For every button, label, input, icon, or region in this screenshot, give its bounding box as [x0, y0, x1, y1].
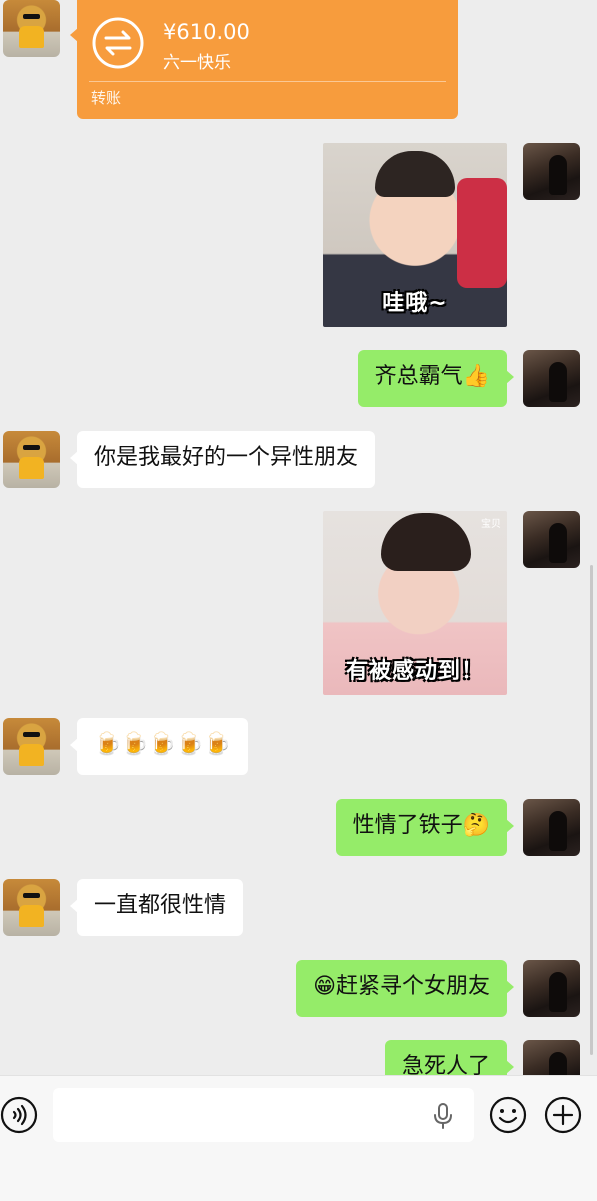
transfer-type-label: 转账: [91, 89, 122, 107]
my-avatar[interactable]: [523, 350, 580, 407]
message-bubble-incoming[interactable]: 你是我最好的一个异性朋友: [69, 431, 376, 488]
message-text: 齐总霸气👍: [374, 364, 490, 389]
mic-icon[interactable]: [432, 1102, 454, 1130]
message-input[interactable]: [53, 1088, 474, 1142]
message-bubble-outgoing[interactable]: 😁赶紧寻个女朋友: [296, 960, 514, 1017]
message-text: 急死人了: [401, 1054, 490, 1075]
friend-avatar[interactable]: [3, 0, 60, 57]
friend-avatar[interactable]: [3, 431, 60, 488]
chat-area[interactable]: ¥610.00 六一快乐 转账 哇哦~ 齐总霸气👍 你是我最好的一个异性朋友 宝…: [0, 0, 597, 1075]
message-bubble-outgoing[interactable]: 性情了铁子🤔: [335, 799, 515, 856]
voice-icon[interactable]: [0, 1096, 38, 1134]
friend-avatar[interactable]: [3, 879, 60, 936]
my-avatar[interactable]: [523, 143, 580, 200]
message-bubble-incoming[interactable]: 一直都很性情: [69, 879, 244, 936]
my-avatar[interactable]: [523, 511, 580, 568]
message-bubble-outgoing[interactable]: 急死人了: [384, 1040, 515, 1075]
plus-icon[interactable]: [544, 1096, 582, 1134]
transfer-arrows-icon: [92, 17, 144, 69]
message-text: 你是我最好的一个异性朋友: [94, 445, 359, 470]
my-avatar[interactable]: [523, 960, 580, 1017]
message-bubble-outgoing[interactable]: 齐总霸气👍: [357, 350, 515, 407]
my-avatar[interactable]: [523, 799, 580, 856]
message-text: 一直都很性情: [94, 893, 227, 918]
message-bubble-incoming[interactable]: 🍺🍺🍺🍺🍺: [70, 718, 248, 775]
message-text: 😁赶紧寻个女朋友: [313, 974, 490, 999]
sticker-image[interactable]: 哇哦~: [323, 143, 507, 327]
input-bar: [0, 1075, 597, 1201]
friend-avatar[interactable]: [3, 718, 60, 775]
message-text: 🍺🍺🍺🍺🍺: [94, 732, 231, 757]
sticker-image[interactable]: 宝贝 有被感动到！: [323, 511, 507, 695]
message-text: 性情了铁子🤔: [352, 813, 490, 838]
transfer-amount: ¥610.00: [163, 20, 250, 44]
transfer-divider: [89, 81, 446, 82]
sticker-caption: 哇哦~: [382, 291, 448, 316]
emoji-icon[interactable]: [489, 1096, 527, 1134]
transfer-memo: 六一快乐: [163, 53, 231, 73]
my-avatar[interactable]: [523, 1040, 580, 1075]
transfer-card[interactable]: ¥610.00 六一快乐 转账: [70, 0, 458, 119]
sticker-caption: 有被感动到！: [345, 659, 484, 684]
scrollbar[interactable]: [590, 565, 593, 1055]
sticker-watermark: 宝贝: [481, 519, 501, 530]
